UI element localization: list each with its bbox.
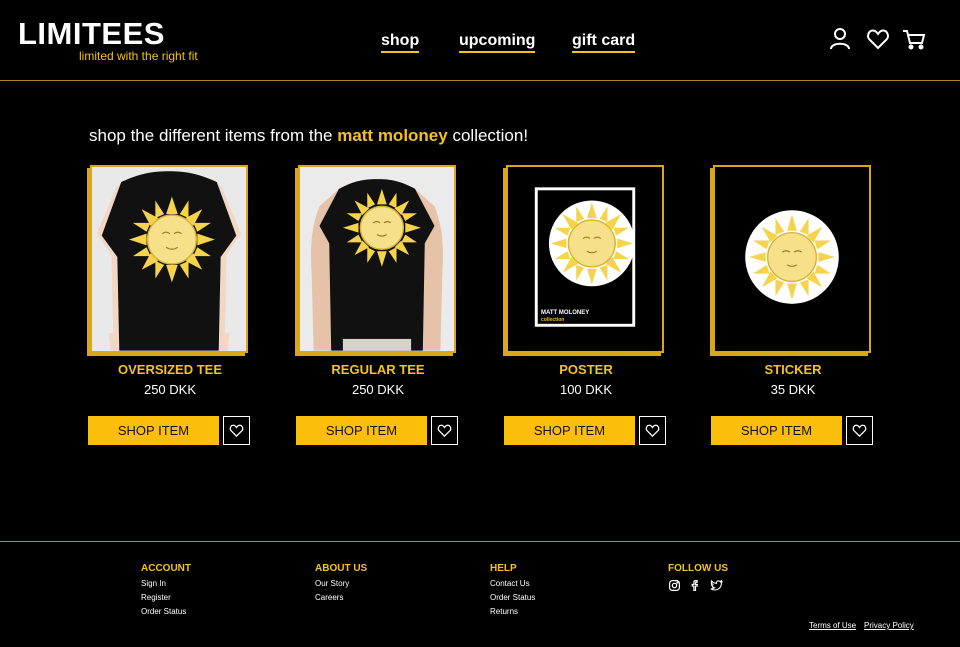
instagram-icon[interactable] bbox=[668, 579, 681, 592]
footer-follow: FOLLOW US bbox=[668, 563, 728, 592]
heart-icon bbox=[645, 423, 660, 438]
footer-link-contact-us[interactable]: Contact Us bbox=[490, 579, 535, 588]
nav-gift-card[interactable]: gift card bbox=[572, 32, 636, 53]
favorite-button[interactable] bbox=[431, 416, 458, 445]
product-name: OVERSIZED TEE bbox=[117, 362, 223, 377]
social-links bbox=[668, 579, 728, 592]
footer-link-order-status[interactable]: Order Status bbox=[490, 593, 535, 602]
shop-item-button[interactable]: SHOP ITEM bbox=[504, 416, 635, 445]
product-image-sticker[interactable] bbox=[713, 165, 871, 353]
logo-tagline: limited with the right fit bbox=[79, 49, 198, 63]
footer-link-register[interactable]: Register bbox=[141, 593, 191, 602]
product-price: 35 DKK bbox=[770, 382, 816, 397]
product-price: 100 DKK bbox=[559, 382, 613, 397]
shop-item-button[interactable]: SHOP ITEM bbox=[711, 416, 842, 445]
footer-link-order-status[interactable]: Order Status bbox=[141, 607, 191, 616]
footer-heading: ABOUT US bbox=[315, 563, 368, 574]
footer-account: ACCOUNT Sign In Register Order Status bbox=[141, 563, 191, 621]
product-image-poster[interactable]: MATT MOLONEY collection bbox=[506, 165, 664, 353]
site-footer: ACCOUNT Sign In Register Order Status AB… bbox=[0, 541, 960, 647]
poster-subtitle: collection bbox=[541, 317, 565, 323]
poster-title: MATT MOLONEY bbox=[541, 310, 590, 316]
heart-icon[interactable] bbox=[866, 27, 890, 51]
footer-link-our-story[interactable]: Our Story bbox=[315, 579, 367, 588]
product-name: POSTER bbox=[559, 362, 613, 377]
nav-shop[interactable]: shop bbox=[381, 32, 420, 53]
shop-item-button[interactable]: SHOP ITEM bbox=[88, 416, 219, 445]
logo-title[interactable]: LIMITEES bbox=[18, 16, 165, 52]
collection-name: matt moloney bbox=[337, 126, 448, 145]
footer-about: ABOUT US Our Story Careers bbox=[315, 563, 367, 607]
product-name: STICKER bbox=[764, 362, 822, 377]
heart-icon bbox=[229, 423, 244, 438]
user-icon[interactable] bbox=[828, 27, 852, 51]
favorite-button[interactable] bbox=[639, 416, 666, 445]
nav-upcoming[interactable]: upcoming bbox=[459, 32, 536, 53]
shop-item-button[interactable]: SHOP ITEM bbox=[296, 416, 427, 445]
footer-heading: ACCOUNT bbox=[141, 563, 191, 574]
privacy-link[interactable]: Privacy Policy bbox=[864, 621, 914, 630]
footer-heading: FOLLOW US bbox=[668, 563, 728, 574]
product-image-regular-tee[interactable] bbox=[298, 165, 456, 353]
footer-help: HELP Contact Us Order Status Returns bbox=[490, 563, 535, 621]
terms-link[interactable]: Terms of Use bbox=[809, 621, 856, 630]
site-header: LIMITEES limited with the right fit shop… bbox=[0, 0, 960, 81]
intro-text-after: collection! bbox=[447, 126, 529, 145]
footer-link-careers[interactable]: Careers bbox=[315, 593, 367, 602]
heart-icon bbox=[437, 423, 452, 438]
facebook-icon[interactable] bbox=[689, 579, 702, 592]
cart-icon[interactable] bbox=[902, 27, 926, 51]
favorite-button[interactable] bbox=[223, 416, 250, 445]
product-price: 250 DKK bbox=[143, 382, 197, 397]
product-name: REGULAR TEE bbox=[331, 362, 425, 377]
footer-link-returns[interactable]: Returns bbox=[490, 607, 535, 616]
product-price: 250 DKK bbox=[351, 382, 405, 397]
collection-intro: shop the different items from the matt m… bbox=[89, 126, 528, 146]
intro-text-before: shop the different items from the bbox=[89, 126, 338, 145]
footer-heading: HELP bbox=[490, 563, 517, 574]
heart-icon bbox=[852, 423, 867, 438]
favorite-button[interactable] bbox=[846, 416, 873, 445]
twitter-icon[interactable] bbox=[710, 579, 723, 592]
product-image-oversized-tee[interactable] bbox=[90, 165, 248, 353]
footer-link-sign-in[interactable]: Sign In bbox=[141, 579, 191, 588]
